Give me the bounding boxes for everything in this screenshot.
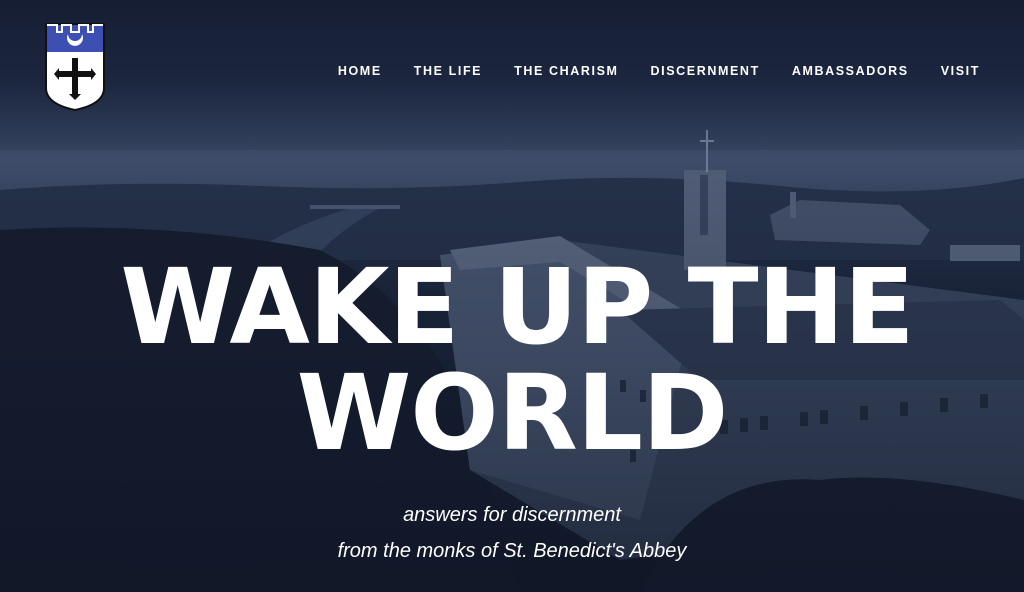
main-navigation: HOME THE LIFE THE CHARISM DISCERNMENT AM… bbox=[338, 64, 980, 78]
hero-subtitle-line-1: answers for discernment bbox=[403, 504, 621, 526]
hero-headline: WAKE UP THE WORLD bbox=[0, 254, 1024, 466]
nav-visit-link[interactable]: VISIT bbox=[941, 64, 980, 78]
headline-line-2: WORLD bbox=[296, 352, 729, 474]
nav-home-link[interactable]: HOME bbox=[338, 64, 382, 78]
hero-subtitle-line-2: from the monks of St. Benedict's Abbey bbox=[337, 540, 687, 562]
hero-section: HOME THE LIFE THE CHARISM DISCERNMENT AM… bbox=[0, 0, 1024, 592]
nav-the-life-link[interactable]: THE LIFE bbox=[414, 64, 482, 78]
nav-ambassadors-link[interactable]: AMBASSADORS bbox=[792, 64, 909, 78]
abbey-shield-icon[interactable] bbox=[44, 22, 106, 112]
nav-the-charism-link[interactable]: THE CHARISM bbox=[514, 64, 618, 78]
nav-discernment-link[interactable]: DISCERNMENT bbox=[651, 64, 760, 78]
headline-line-1: WAKE UP THE bbox=[120, 246, 914, 368]
